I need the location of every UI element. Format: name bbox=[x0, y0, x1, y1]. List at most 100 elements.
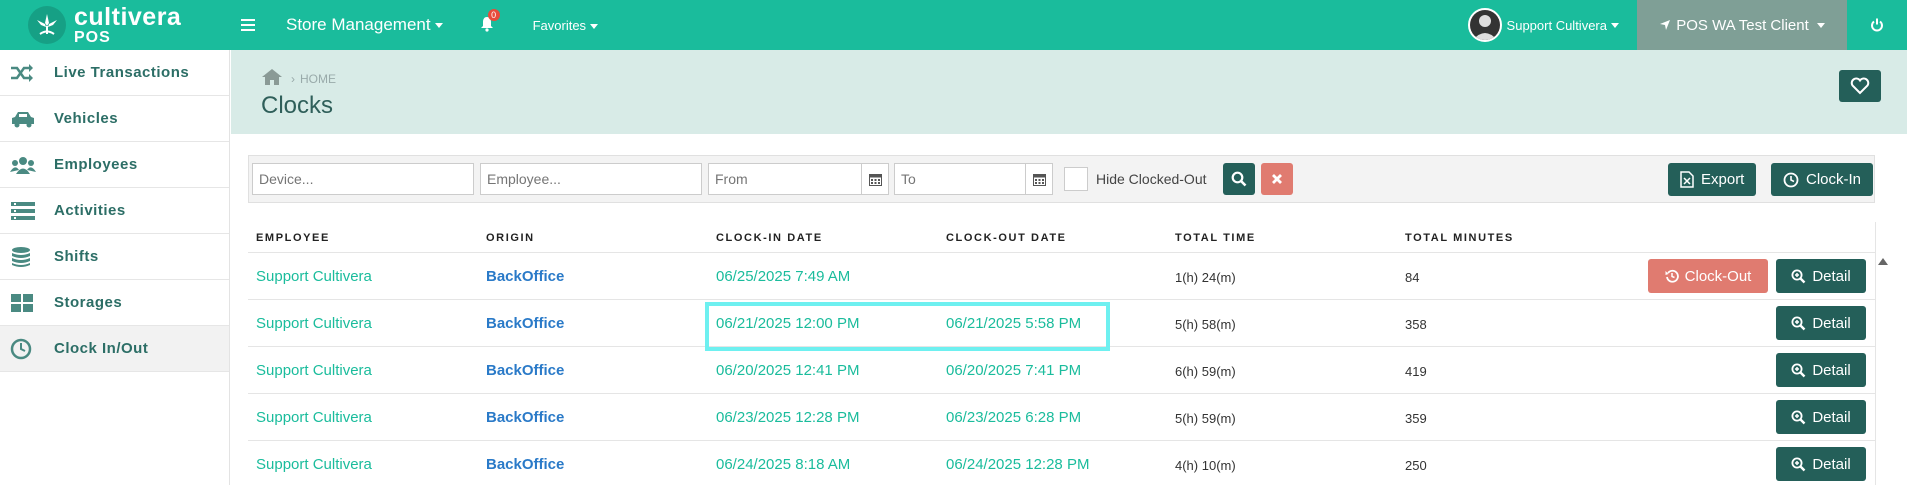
list-icon bbox=[10, 199, 44, 223]
detail-label: Detail bbox=[1812, 314, 1851, 332]
search-button[interactable] bbox=[1223, 163, 1255, 195]
page-header: › HOME Clocks bbox=[231, 50, 1907, 134]
page-title: Clocks bbox=[261, 92, 334, 119]
clock-in-date: 06/24/2025 8:18 AM bbox=[716, 456, 851, 473]
employee-link[interactable]: Support Cultivera bbox=[256, 409, 372, 426]
shuffle-icon bbox=[10, 61, 44, 85]
column-header-clock-in[interactable]: CLOCK-IN DATE bbox=[716, 232, 823, 244]
column-header-total-minutes[interactable]: TOTAL MINUTES bbox=[1405, 232, 1514, 244]
home-icon[interactable] bbox=[261, 68, 283, 89]
store-management-label: Store Management bbox=[286, 15, 431, 34]
top-navbar: cultivera POS Store Management 0 Favorit… bbox=[0, 0, 1907, 50]
logo[interactable]: cultivera POS bbox=[0, 0, 230, 50]
client-name: POS WA Test Client bbox=[1676, 16, 1809, 34]
column-header-total-time[interactable]: TOTAL TIME bbox=[1175, 232, 1256, 244]
calendar-icon[interactable] bbox=[861, 163, 889, 195]
total-time: 4(h) 10(m) bbox=[1175, 458, 1236, 473]
employee-link[interactable]: Support Cultivera bbox=[256, 268, 372, 285]
clock-in-button[interactable]: Clock-In bbox=[1771, 163, 1874, 196]
sidebar-item-activities[interactable]: Activities bbox=[0, 188, 229, 234]
scrollbar-track bbox=[1875, 222, 1876, 485]
clock-out-button[interactable]: Clock-Out bbox=[1648, 259, 1768, 293]
hide-clocked-out-checkbox[interactable] bbox=[1064, 167, 1088, 191]
detail-button[interactable]: Detail bbox=[1776, 447, 1866, 481]
clock-in-date: 06/25/2025 7:49 AM bbox=[716, 268, 851, 285]
database-icon bbox=[10, 245, 44, 269]
power-button[interactable] bbox=[1847, 0, 1907, 50]
chevron-down-icon bbox=[1816, 22, 1825, 28]
sidebar-item-label: Storages bbox=[54, 294, 123, 311]
favorites-dropdown[interactable]: Favorites bbox=[533, 18, 599, 33]
notifications-button[interactable]: 0 bbox=[479, 9, 500, 34]
table-row: Support Cultivera BackOffice 06/21/2025 … bbox=[248, 299, 1875, 346]
zoom-in-icon bbox=[1791, 457, 1806, 471]
origin-cell: BackOffice bbox=[486, 315, 565, 332]
detail-label: Detail bbox=[1812, 455, 1851, 473]
excel-file-icon bbox=[1680, 171, 1694, 188]
clock-in-label: Clock-In bbox=[1806, 171, 1862, 188]
from-date-input[interactable] bbox=[708, 163, 862, 195]
client-selector[interactable]: POS WA Test Client bbox=[1637, 0, 1847, 50]
employee-link[interactable]: Support Cultivera bbox=[256, 315, 372, 332]
search-icon bbox=[1231, 171, 1247, 187]
sidebar-item-clock-in-out[interactable]: Clock In/Out bbox=[0, 326, 229, 372]
sidebar-item-label: Vehicles bbox=[54, 110, 119, 127]
detail-button[interactable]: Detail bbox=[1776, 400, 1866, 434]
clock-in-date: 06/20/2025 12:41 PM bbox=[716, 362, 860, 379]
total-time: 5(h) 58(m) bbox=[1175, 317, 1236, 332]
device-filter-input[interactable] bbox=[252, 163, 474, 195]
total-minutes: 250 bbox=[1405, 458, 1427, 473]
sidebar: Live Transactions Vehicles Employees Act… bbox=[0, 50, 230, 485]
detail-button[interactable]: Detail bbox=[1776, 353, 1866, 387]
total-time: 5(h) 59(m) bbox=[1175, 411, 1236, 426]
logo-name: cultivera bbox=[74, 2, 182, 31]
clock-out-date: 06/21/2025 5:58 PM bbox=[946, 315, 1082, 332]
clock-in-date: 06/23/2025 12:28 PM bbox=[716, 409, 860, 426]
employee-link[interactable]: Support Cultivera bbox=[256, 456, 372, 473]
sidebar-item-vehicles[interactable]: Vehicles bbox=[0, 96, 229, 142]
detail-button[interactable]: Detail bbox=[1776, 306, 1866, 340]
export-button[interactable]: Export bbox=[1668, 163, 1757, 196]
zoom-in-icon bbox=[1791, 410, 1806, 424]
detail-label: Detail bbox=[1812, 361, 1851, 379]
calendar-icon[interactable] bbox=[1025, 163, 1053, 195]
user-name: Support Cultivera bbox=[1506, 17, 1607, 33]
clear-filters-button[interactable] bbox=[1261, 163, 1293, 195]
heart-icon bbox=[1850, 77, 1870, 95]
zoom-in-icon bbox=[1791, 316, 1806, 330]
sidebar-item-storages[interactable]: Storages bbox=[0, 280, 229, 326]
total-minutes: 359 bbox=[1405, 411, 1427, 426]
total-minutes: 84 bbox=[1405, 270, 1420, 285]
menu-toggle-icon[interactable] bbox=[234, 15, 262, 36]
store-management-dropdown[interactable]: Store Management bbox=[286, 15, 443, 35]
breadcrumb-home[interactable]: HOME bbox=[300, 72, 336, 86]
employee-filter-input[interactable] bbox=[480, 163, 702, 195]
user-menu[interactable]: Support Cultivera bbox=[1467, 8, 1619, 42]
column-header-origin[interactable]: ORIGIN bbox=[486, 232, 535, 244]
sidebar-item-label: Clock In/Out bbox=[54, 340, 149, 357]
clock-out-date: 06/20/2025 7:41 PM bbox=[946, 362, 1082, 379]
column-header-employee[interactable]: EMPLOYEE bbox=[256, 232, 330, 244]
origin-cell: BackOffice bbox=[486, 456, 565, 473]
sidebar-item-label: Shifts bbox=[54, 248, 99, 265]
employee-link[interactable]: Support Cultivera bbox=[256, 362, 372, 379]
origin-cell: BackOffice bbox=[486, 409, 565, 426]
car-icon bbox=[10, 107, 44, 131]
to-date-input[interactable] bbox=[894, 163, 1026, 195]
sidebar-item-label: Activities bbox=[54, 202, 126, 219]
detail-button[interactable]: Detail bbox=[1776, 259, 1866, 293]
sidebar-item-shifts[interactable]: Shifts bbox=[0, 234, 229, 280]
total-minutes: 419 bbox=[1405, 364, 1427, 379]
avatar bbox=[1467, 8, 1502, 42]
breadcrumb-separator: › bbox=[291, 71, 295, 86]
clock-out-label: Clock-Out bbox=[1684, 267, 1752, 285]
breadcrumb: › HOME bbox=[261, 68, 336, 89]
add-favorite-button[interactable] bbox=[1839, 70, 1881, 102]
table-row: Support Cultivera BackOffice 06/20/2025 … bbox=[248, 346, 1875, 393]
sidebar-item-employees[interactable]: Employees bbox=[0, 142, 229, 188]
column-header-clock-out[interactable]: CLOCK-OUT DATE bbox=[946, 232, 1067, 244]
sidebar-item-live-transactions[interactable]: Live Transactions bbox=[0, 50, 229, 96]
chevron-down-icon bbox=[1611, 22, 1619, 28]
scroll-up-arrow-icon[interactable] bbox=[1878, 258, 1888, 265]
zoom-in-icon bbox=[1791, 363, 1806, 377]
